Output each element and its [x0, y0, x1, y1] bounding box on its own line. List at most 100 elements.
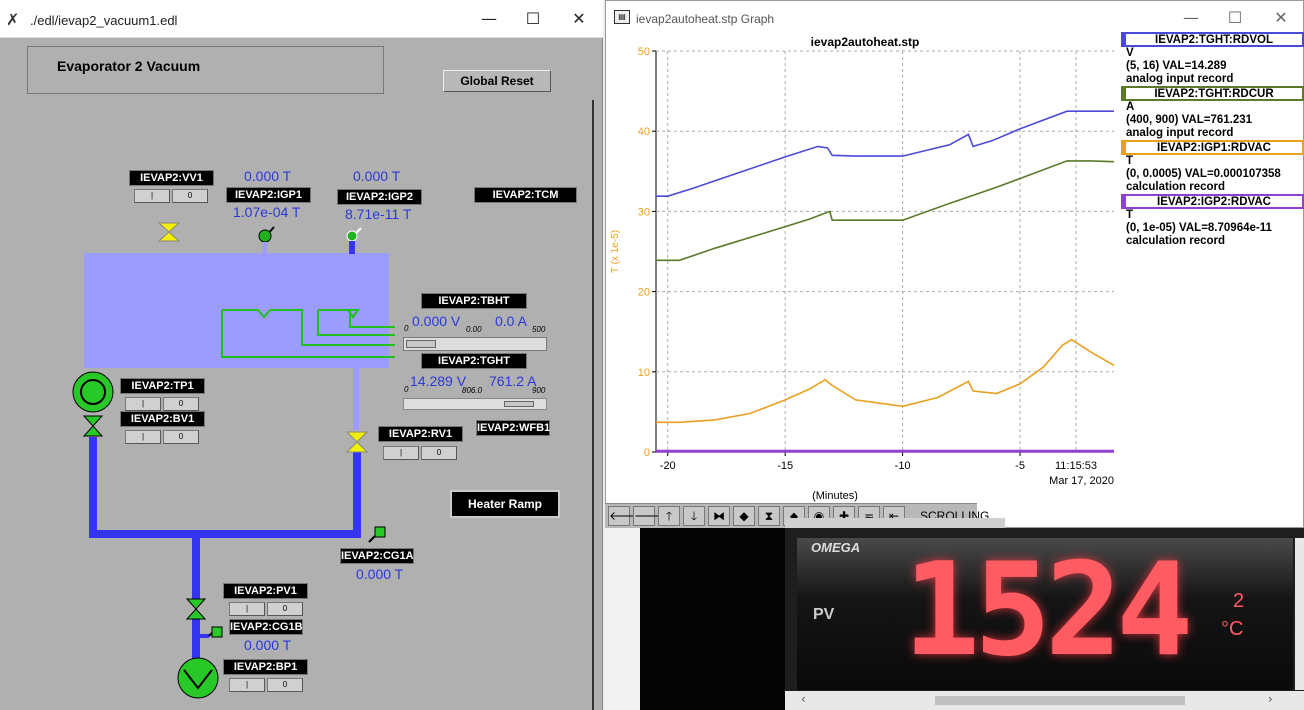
y-tick-label: 10: [638, 367, 650, 379]
bv1-on-button[interactable]: 0: [163, 430, 199, 444]
y-tick-label: 40: [638, 126, 650, 138]
graph-window: ▤ ievap2autoheat.stp Graph — ☐ ✕ ievap2a…: [605, 0, 1304, 528]
vv1-buttons: | 0: [134, 189, 208, 203]
omega-brand: OMEGA: [811, 540, 861, 555]
scroll-left-arrow-icon[interactable]: ‹: [801, 692, 806, 706]
scroll-down-icon[interactable]: 🡓: [683, 506, 705, 526]
edl-titlebar: ✗ ./edl/ievap2_vacuum1.edl — ☐ ✕: [0, 0, 603, 38]
scroll-right-icon[interactable]: 🡒: [633, 506, 666, 526]
vv1-on-button[interactable]: 0: [172, 189, 208, 203]
zoom-in-x-icon[interactable]: ⧓: [708, 506, 730, 526]
igp1-label: IEVAP2:IGP1: [226, 187, 311, 203]
heater-ramp-button[interactable]: Heater Ramp: [450, 490, 560, 518]
time-label: 11:15:53: [1055, 460, 1097, 472]
bp1-label: IEVAP2:BP1: [223, 659, 308, 675]
tght-slider[interactable]: [403, 398, 547, 410]
pv1-on-button[interactable]: 0: [267, 602, 303, 616]
legend-unit: A: [1126, 101, 1135, 113]
pv1-off-button[interactable]: |: [229, 602, 265, 616]
y-tick-label: 30: [638, 206, 650, 218]
legend-entry[interactable]: IEVAP2:TGHT:RDVOL V (5, 16) VAL=14.289 anal…: [1121, 32, 1304, 86]
x-app-icon: ✗: [6, 10, 20, 29]
legend-range: (400, 900) VAL=761.231: [1126, 114, 1253, 126]
tp1-label: IEVAP2:TP1: [120, 378, 205, 394]
page-title: Evaporator 2 Vacuum: [57, 58, 201, 74]
legend-range: (0, 0.0005) VAL=0.000107358: [1126, 168, 1281, 180]
date-label: Mar 17, 2020: [1049, 475, 1114, 487]
heater-wiring: [221, 309, 395, 358]
rv1-buttons: | 0: [383, 446, 457, 460]
x-tick-label: -10: [895, 460, 911, 472]
tp1-off-button[interactable]: |: [125, 397, 161, 411]
bv1-off-button[interactable]: |: [125, 430, 161, 444]
tp1-turbo-pump-icon[interactable]: [71, 370, 115, 414]
tbht-voltage: 0.000 V: [412, 313, 461, 329]
zoom-out-x-icon[interactable]: ◆: [733, 506, 755, 526]
graph-window-title: ievap2autoheat.stp Graph: [636, 12, 775, 26]
x-tick-label: -5: [1015, 460, 1025, 472]
graph-app-icon: ▤: [614, 10, 630, 24]
cg1a-label: IEVAP2:CG1A: [340, 548, 414, 564]
close-button[interactable]: ✕: [556, 9, 602, 28]
tbht-slider-thumb[interactable]: [406, 340, 436, 348]
scroll-left-icon[interactable]: 🡐: [608, 506, 641, 526]
legend-entry[interactable]: IEVAP2:TGHT:RDCUR A (400, 900) VAL=761.231…: [1121, 86, 1304, 140]
x-tick-label: -20: [660, 460, 676, 472]
igp2-gauge-icon[interactable]: [343, 226, 365, 254]
pipe-chamber-rv1: [353, 368, 359, 430]
x-axis-label: (Minutes): [812, 490, 858, 502]
desktop-strip: [605, 528, 640, 710]
temperature-reading: 1524: [903, 536, 1193, 685]
video-hscroll-thumb[interactable]: [935, 696, 1185, 705]
y-tick-label: 20: [638, 287, 650, 299]
series-line: [656, 110, 1114, 197]
graph-close-button[interactable]: ✕: [1258, 8, 1304, 27]
igp1-gauge-icon[interactable]: [256, 224, 278, 254]
video-vscrollbar[interactable]: [1295, 538, 1304, 690]
tbht-slider[interactable]: [403, 337, 547, 351]
legend-entry[interactable]: IEVAP2:IGP1:RDVAC T (0, 0.0005) VAL=0.0001…: [1121, 140, 1304, 194]
pipe-horizontal: [89, 530, 361, 538]
cg1b-label: IEVAP2:CG1B: [229, 619, 303, 635]
cg1a-value: 0.000 T: [356, 566, 404, 582]
tcm-label: IEVAP2:TCM: [474, 187, 577, 203]
video-hscrollbar[interactable]: ‹ ›: [785, 691, 1304, 710]
legend-unit: T: [1126, 155, 1134, 167]
igp1-reading: 1.07e-04 T: [233, 204, 301, 220]
scroll-up-icon[interactable]: 🡑: [658, 506, 680, 526]
legend-type: calculation record: [1126, 235, 1226, 247]
vv1-valve-icon[interactable]: [157, 222, 181, 242]
tbht-max: 500: [532, 325, 546, 334]
bp1-on-button[interactable]: 0: [267, 678, 303, 692]
maximize-button[interactable]: ☐: [510, 9, 556, 28]
rv1-valve-icon[interactable]: [345, 431, 369, 453]
pv1-valve-icon[interactable]: [185, 598, 207, 620]
vv1-label: IEVAP2:VV1: [129, 170, 214, 186]
tght-max: 900: [532, 386, 546, 395]
cg1b-gauge-icon[interactable]: [199, 624, 225, 640]
pipe-rv1-down: [353, 452, 361, 534]
global-reset-button[interactable]: Global Reset: [443, 70, 551, 92]
bp1-backing-pump-icon[interactable]: [176, 656, 220, 700]
tght-slider-thumb[interactable]: [504, 401, 534, 407]
vv1-off-button[interactable]: |: [134, 189, 170, 203]
bv1-valve-icon[interactable]: [82, 415, 104, 437]
minimize-button[interactable]: —: [466, 9, 512, 28]
pipe-tp1-down: [89, 437, 97, 538]
graph-minimize-button[interactable]: —: [1168, 8, 1214, 27]
rv1-on-button[interactable]: 0: [421, 446, 457, 460]
rv1-off-button[interactable]: |: [383, 446, 419, 460]
tp1-on-button[interactable]: 0: [163, 397, 199, 411]
bp1-off-button[interactable]: |: [229, 678, 265, 692]
series-line: [656, 160, 1115, 262]
legend-pv-name: IEVAP2:IGP1:RDVAC: [1121, 140, 1304, 155]
scrollbar-track: [586, 100, 594, 710]
zoom-in-y-icon[interactable]: ⧗: [758, 506, 780, 526]
edl-scrollbar[interactable]: [584, 40, 600, 710]
legend-entry[interactable]: IEVAP2:IGP2:RDVAC T (0, 1e-05) VAL=8.70964…: [1121, 194, 1304, 248]
scroll-right-arrow-icon[interactable]: ›: [1268, 692, 1273, 706]
cg1a-gauge-icon[interactable]: [367, 524, 387, 544]
igp2-label: IEVAP2:IGP2: [337, 189, 422, 205]
graph-maximize-button[interactable]: ☐: [1212, 8, 1258, 27]
tght-current: 761.2 A: [489, 373, 537, 389]
